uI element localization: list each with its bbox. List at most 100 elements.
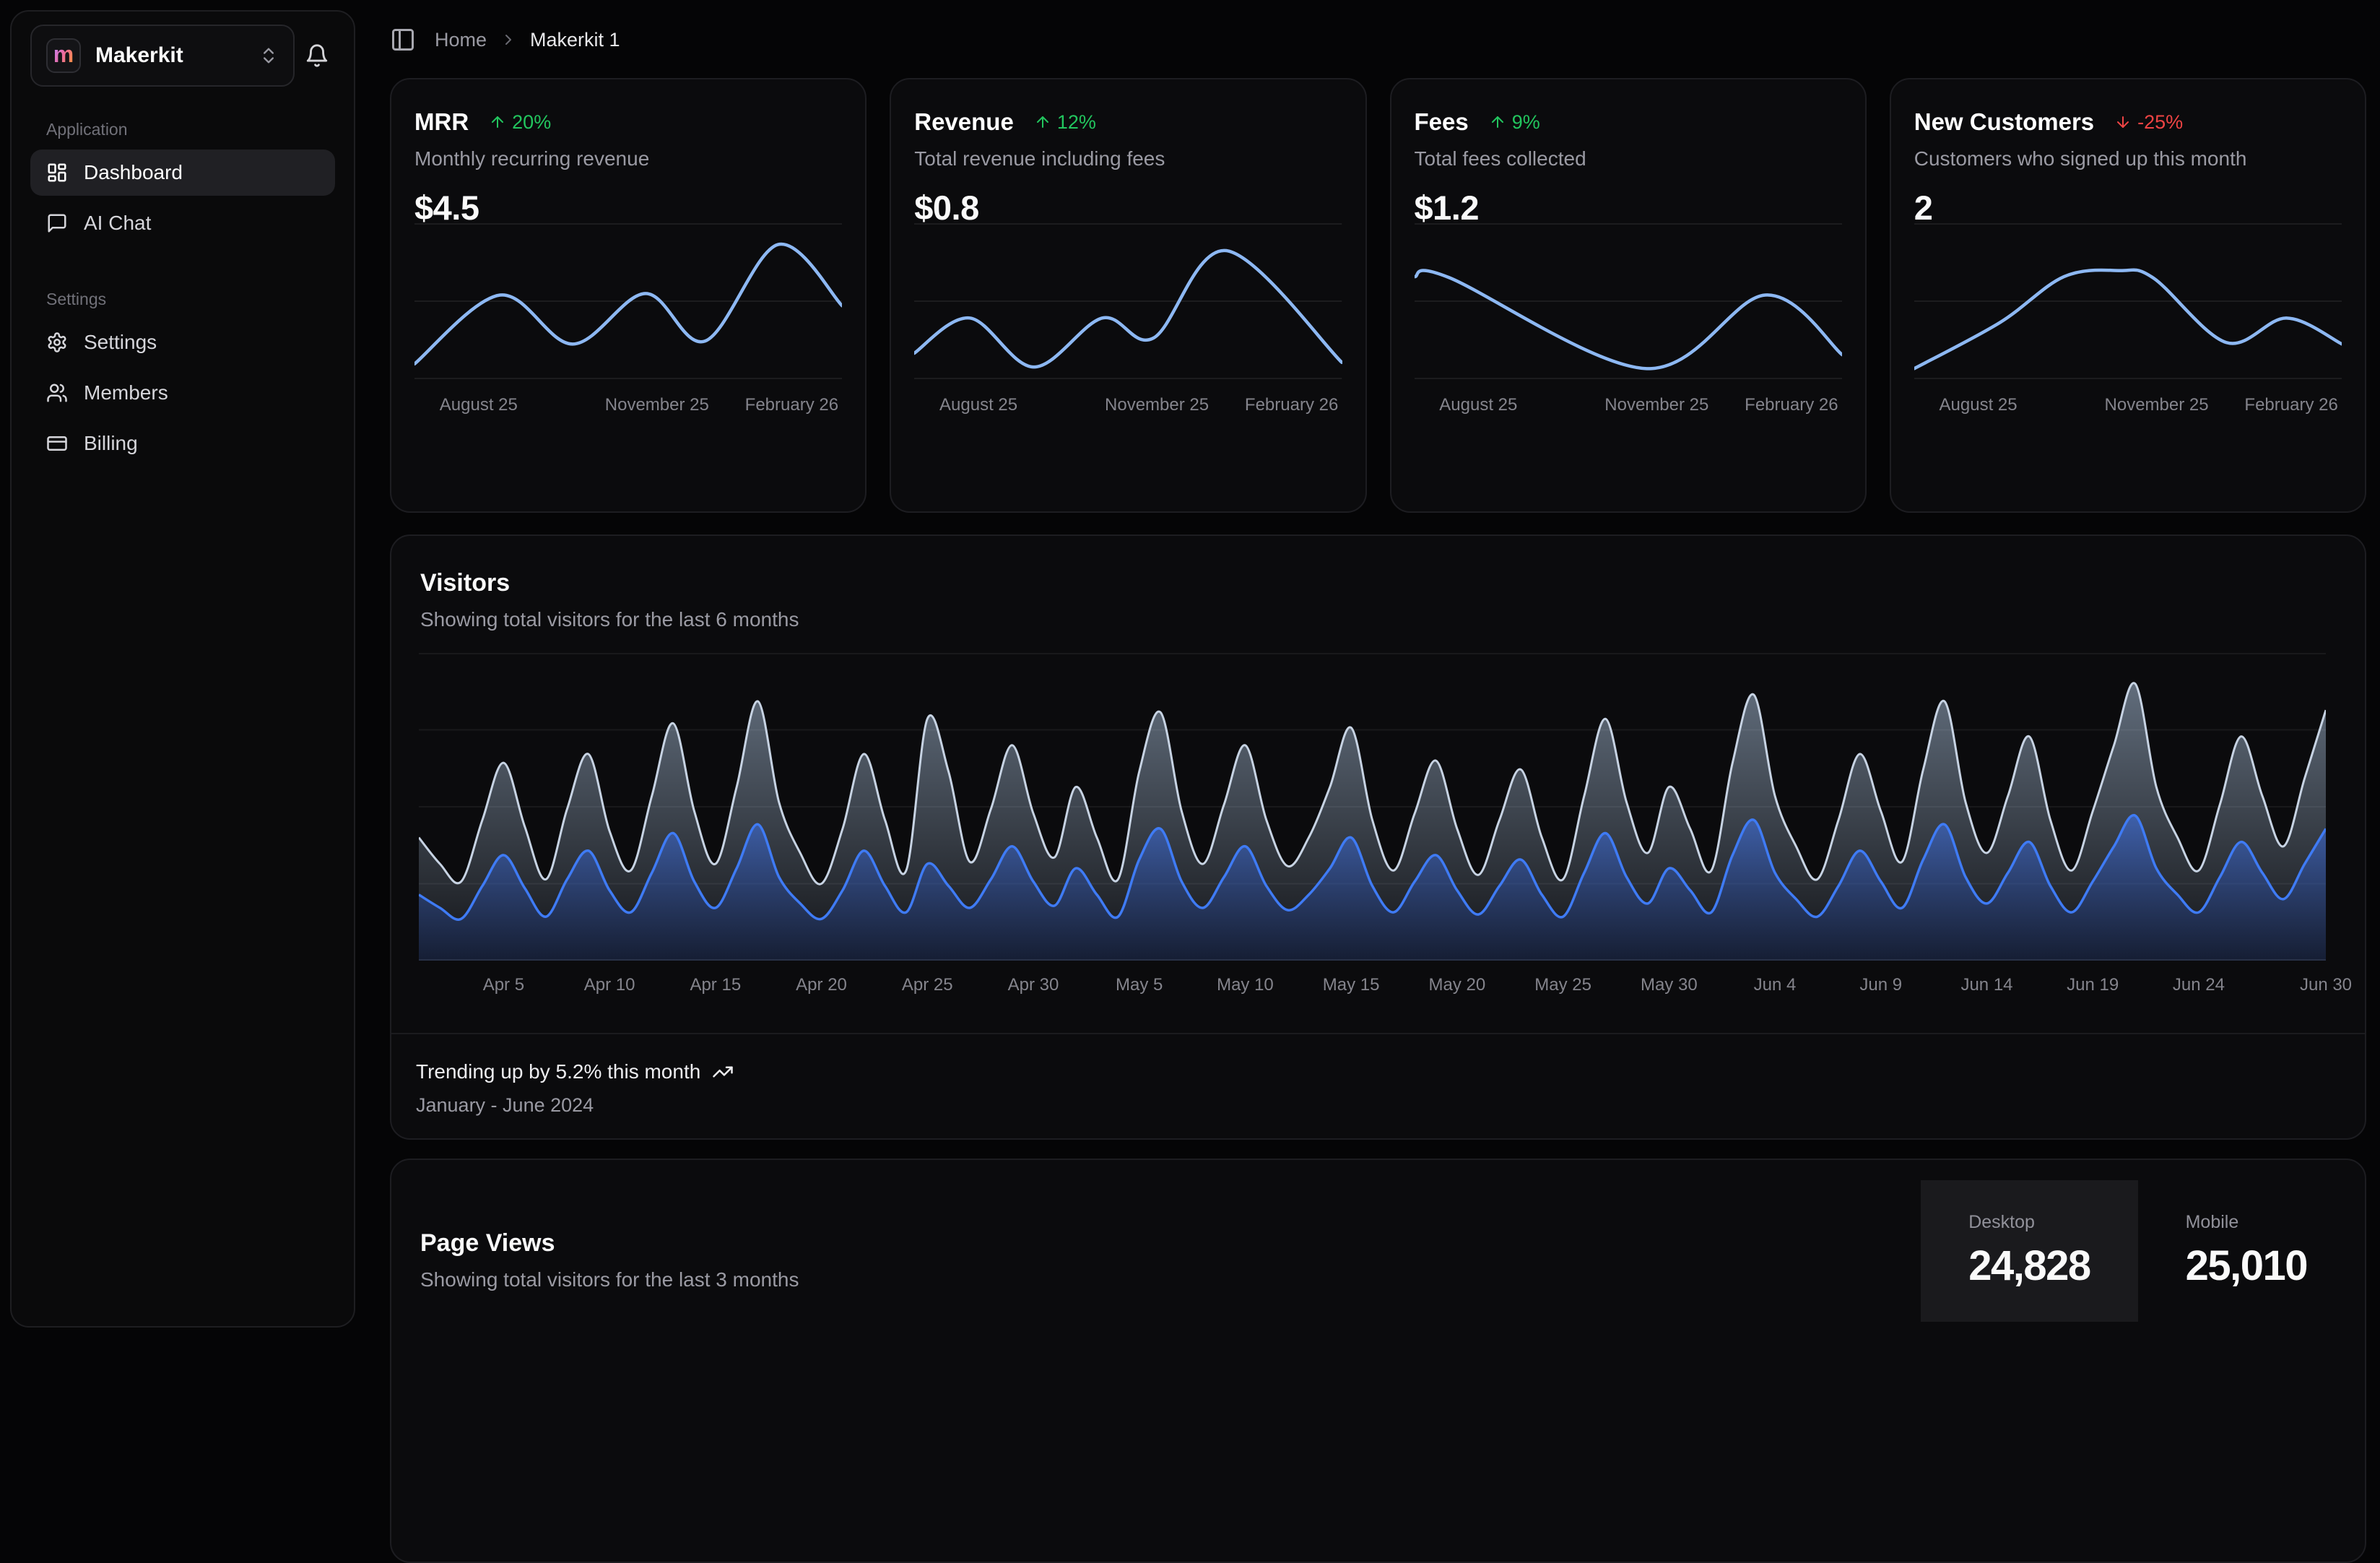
card-title: Fees — [1415, 108, 1469, 136]
team-name: Makerkit — [95, 43, 183, 68]
x-tick-label: November 25 — [1105, 395, 1209, 415]
x-tick-label: Apr 10 — [584, 975, 635, 995]
card-title: MRR — [414, 108, 469, 136]
stat-card-new-customers: New Customers -25% Customers who signed … — [1890, 78, 2366, 513]
topbar: Home Makerkit 1 — [390, 16, 2366, 64]
main-content: Home Makerkit 1 MRR 20% Monthly recurrin… — [390, 0, 2366, 1563]
sidebar-item-dashboard[interactable]: Dashboard — [30, 150, 335, 196]
x-tick-label: February 26 — [745, 395, 838, 415]
x-tick-label: Jun 4 — [1754, 975, 1797, 995]
stat-card-revenue: Revenue 12% Total revenue including fees… — [890, 78, 1366, 513]
card-subtitle: Customers who signed up this month — [1914, 147, 2342, 170]
chevron-right-icon — [500, 31, 517, 48]
x-tick-label: Apr 30 — [1008, 975, 1059, 995]
x-tick-label: Jun 24 — [2173, 975, 2225, 995]
card-subtitle: Total revenue including fees — [914, 147, 1342, 170]
trend-badge: 12% — [1034, 111, 1096, 134]
sidebar-item-label: Billing — [84, 432, 138, 455]
sidebar-toggle-button[interactable] — [390, 27, 416, 53]
card-title: New Customers — [1914, 108, 2094, 136]
desktop-value: 24,828 — [1968, 1242, 2090, 1290]
stat-cards-row: MRR 20% Monthly recurring revenue $4.5 A… — [390, 78, 2366, 513]
panel-left-icon — [390, 27, 416, 53]
makerkit-logo: m — [46, 38, 81, 73]
visitors-footer: Trending up by 5.2% this month January -… — [391, 1033, 2365, 1138]
x-tick-label: Apr 25 — [902, 975, 953, 995]
visitors-panel: Visitors Showing total visitors for the … — [390, 534, 2366, 1140]
x-tick-label: Jun 30 — [2300, 975, 2352, 995]
team-selector[interactable]: m Makerkit — [30, 25, 295, 87]
card-value: 2 — [1914, 188, 2342, 228]
x-tick-label: Apr 20 — [796, 975, 847, 995]
credit-card-icon — [46, 433, 68, 454]
x-tick-label: February 26 — [1745, 395, 1838, 415]
visitors-title: Visitors — [420, 569, 2336, 597]
x-tick-label: May 10 — [1217, 975, 1274, 995]
x-tick-label: February 26 — [2244, 395, 2337, 415]
arrow-up-icon — [489, 113, 506, 131]
x-tick-label: November 25 — [605, 395, 709, 415]
visitors-area-chart — [419, 653, 2326, 961]
card-value: $4.5 — [414, 188, 842, 228]
card-subtitle: Monthly recurring revenue — [414, 147, 842, 170]
sidebar-item-ai-chat[interactable]: AI Chat — [30, 200, 335, 246]
trend-badge: 9% — [1489, 111, 1540, 134]
sidebar-item-label: Members — [84, 381, 168, 404]
page-views-toggle: Desktop 24,828 Mobile 25,010 — [1921, 1180, 2355, 1322]
trend-badge: 20% — [489, 111, 551, 134]
sidebar-item-settings[interactable]: Settings — [30, 319, 335, 365]
breadcrumb: Home Makerkit 1 — [435, 29, 620, 51]
users-icon — [46, 382, 68, 404]
visitors-x-axis: Apr 5Apr 10Apr 15Apr 20Apr 25Apr 30May 5… — [419, 975, 2326, 1001]
desktop-stat-button[interactable]: Desktop 24,828 — [1921, 1180, 2137, 1322]
new-customers-x-axis: August 25November 25February 26 — [1914, 395, 2342, 418]
x-tick-label: May 15 — [1323, 975, 1380, 995]
makerkit-logo-letter: m — [53, 43, 74, 66]
desktop-label: Desktop — [1968, 1212, 2090, 1233]
arrow-down-icon — [2114, 113, 2132, 131]
trending-up-icon — [712, 1061, 734, 1083]
stat-card-fees: Fees 9% Total fees collected $1.2 August… — [1390, 78, 1867, 513]
sidebar-item-billing[interactable]: Billing — [30, 420, 335, 467]
page-views-panel: Page Views Showing total visitors for th… — [390, 1159, 2366, 1563]
x-tick-label: Apr 15 — [690, 975, 741, 995]
settings-nav: Settings Members Billing — [30, 319, 335, 467]
sidebar-section-settings: Settings — [46, 290, 335, 309]
x-tick-label: August 25 — [1439, 395, 1517, 415]
application-nav: Dashboard AI Chat — [30, 150, 335, 246]
sidebar: m Makerkit Application Dashboard — [10, 10, 355, 1328]
x-tick-label: February 26 — [1245, 395, 1338, 415]
gear-icon — [46, 332, 68, 353]
fees-x-axis: August 25November 25February 26 — [1415, 395, 1842, 418]
sidebar-item-members[interactable]: Members — [30, 370, 335, 416]
trend-period: January - June 2024 — [416, 1094, 2336, 1117]
x-tick-label: August 25 — [1940, 395, 2018, 415]
mobile-value: 25,010 — [2186, 1242, 2307, 1290]
chat-icon — [46, 212, 68, 234]
arrow-up-icon — [1489, 113, 1506, 131]
arrow-up-icon — [1034, 113, 1051, 131]
x-tick-label: Apr 5 — [483, 975, 524, 995]
card-value: $1.2 — [1415, 188, 1842, 228]
x-tick-label: Jun 19 — [2067, 975, 2119, 995]
card-title: Revenue — [914, 108, 1014, 136]
revenue-sparkline-chart — [914, 223, 1342, 379]
x-tick-label: August 25 — [440, 395, 518, 415]
sidebar-header: m Makerkit — [30, 25, 335, 87]
bell-icon — [305, 43, 329, 68]
sidebar-item-label: AI Chat — [84, 212, 151, 235]
mrr-sparkline-chart — [414, 223, 842, 379]
breadcrumb-home[interactable]: Home — [435, 29, 487, 51]
sidebar-item-label: Dashboard — [84, 161, 183, 184]
sidebar-section-application: Application — [46, 120, 335, 139]
notifications-button[interactable] — [299, 38, 335, 74]
mobile-stat-button[interactable]: Mobile 25,010 — [2138, 1180, 2355, 1322]
trend-badge: -25% — [2114, 111, 2183, 134]
x-tick-label: Jun 9 — [1859, 975, 1902, 995]
chevrons-up-down-icon — [259, 46, 279, 66]
x-tick-label: Jun 14 — [1960, 975, 2012, 995]
breadcrumb-current: Makerkit 1 — [530, 29, 620, 51]
card-value: $0.8 — [914, 188, 1342, 228]
card-subtitle: Total fees collected — [1415, 147, 1842, 170]
trend-text: Trending up by 5.2% this month — [416, 1060, 700, 1083]
